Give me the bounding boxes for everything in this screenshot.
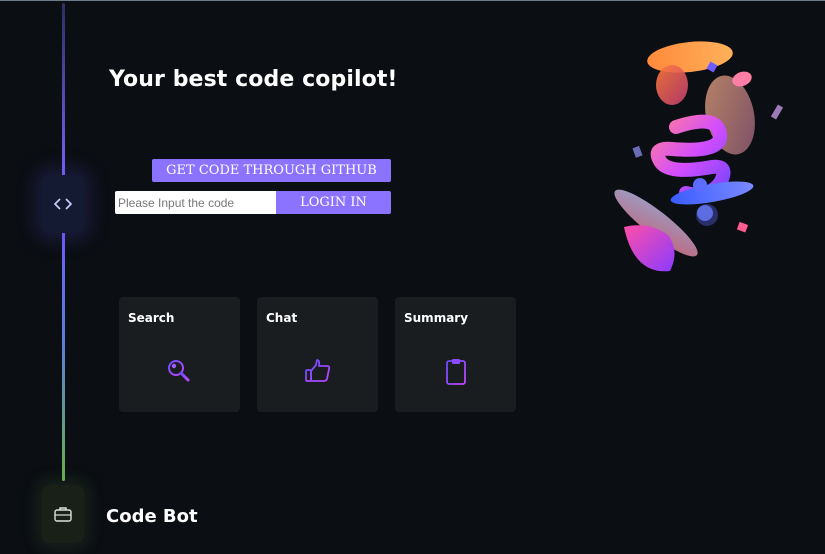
timeline-line-top bbox=[62, 3, 65, 181]
feature-card-label: Chat bbox=[266, 311, 298, 325]
hero-3d-illustration bbox=[614, 41, 784, 272]
clipboard-icon bbox=[446, 359, 466, 385]
page-title: Your best code copilot! bbox=[109, 67, 398, 92]
code-input[interactable] bbox=[115, 191, 277, 214]
thumbs-up-icon bbox=[305, 359, 331, 382]
login-button[interactable]: LOGIN IN bbox=[276, 191, 391, 214]
feature-card-summary[interactable]: Summary bbox=[395, 297, 516, 412]
brand-label: Code Bot bbox=[106, 506, 198, 527]
feature-card-search[interactable]: Search bbox=[119, 297, 240, 412]
briefcase-icon bbox=[54, 507, 72, 522]
timeline-line-bottom bbox=[62, 229, 65, 481]
feature-card-chat[interactable]: Chat bbox=[257, 297, 378, 412]
github-code-button[interactable]: GET CODE THROUGH GITHUB bbox=[152, 159, 391, 182]
feature-card-label: Search bbox=[128, 311, 175, 325]
feature-card-label: Summary bbox=[404, 311, 469, 325]
code-node[interactable] bbox=[42, 175, 84, 233]
briefcase-node[interactable] bbox=[42, 485, 84, 543]
search-icon bbox=[168, 360, 190, 382]
code-brackets-icon bbox=[53, 198, 73, 210]
app-window: Your best code copilot! GET CODE THROUGH… bbox=[0, 0, 825, 554]
